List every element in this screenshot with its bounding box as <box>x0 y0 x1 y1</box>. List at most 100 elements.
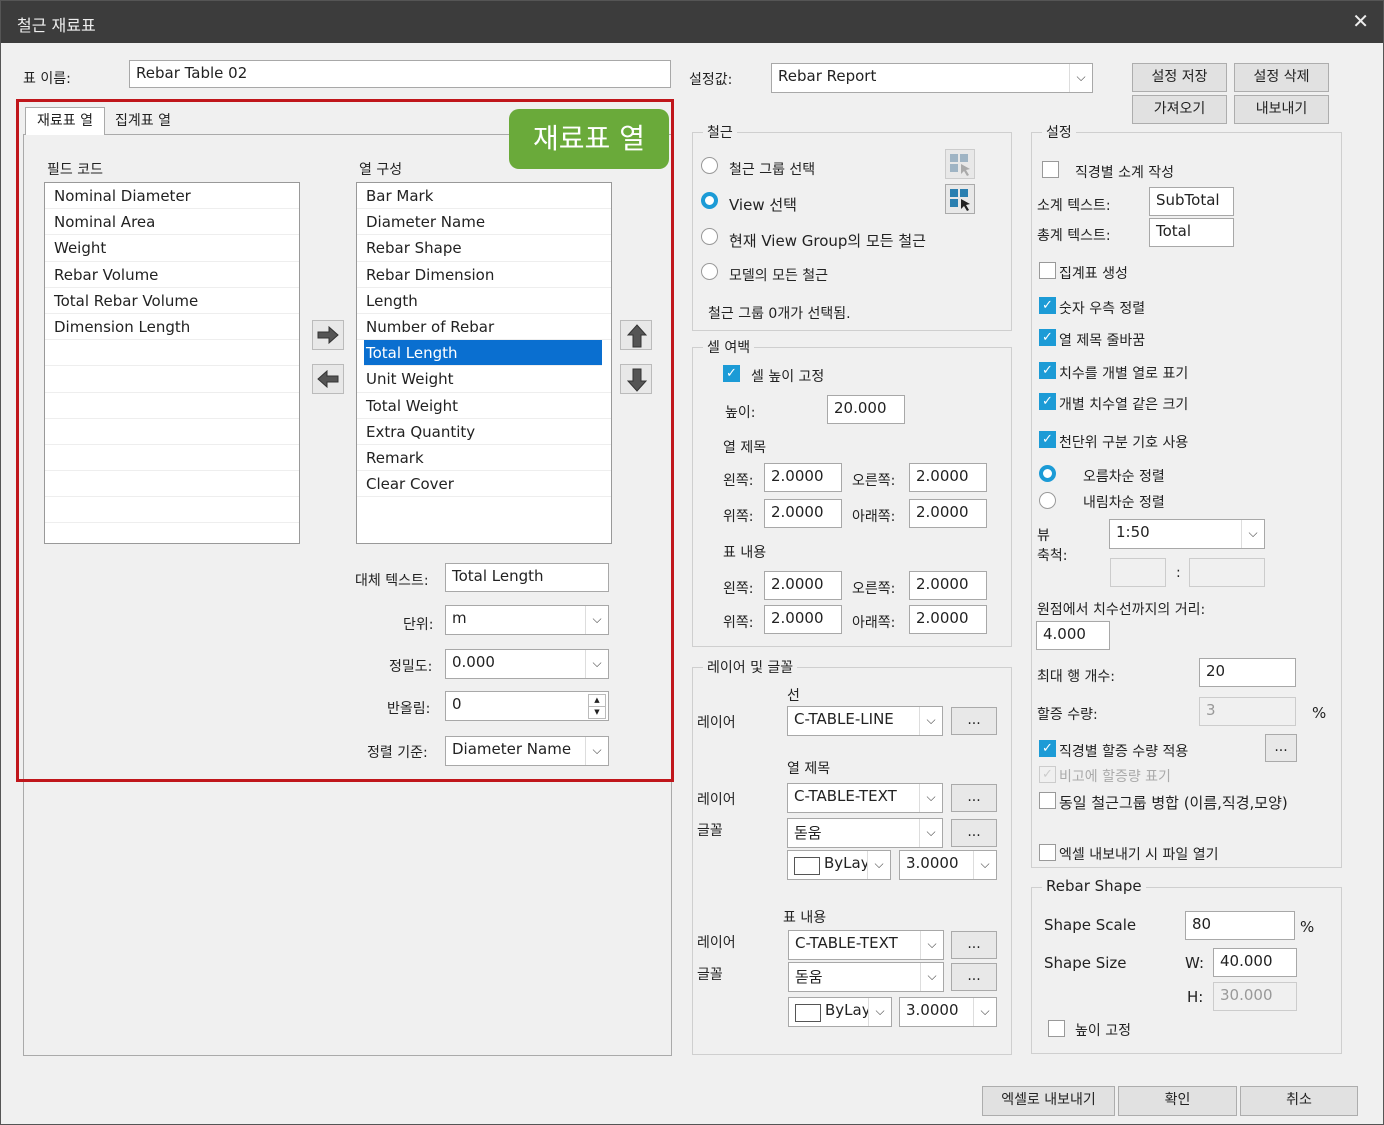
right-label: 오른쪽: <box>852 581 896 597</box>
content-size-select[interactable]: 3.0000 ⌵ <box>899 997 997 1027</box>
line-layer-select[interactable]: C-TABLE-LINE ⌵ <box>787 706 943 736</box>
radio-select-view[interactable] <box>701 192 718 209</box>
right-align-label: 숫자 우측 정렬 <box>1059 301 1146 317</box>
extra-by-dia-checkbox[interactable]: ✓ <box>1039 740 1056 757</box>
radio-ascending[interactable] <box>1039 465 1056 482</box>
save-preset-button[interactable]: 설정 저장 <box>1132 63 1227 92</box>
max-rows-label: 최대 행 개수: <box>1037 669 1116 685</box>
content-bottom-input[interactable]: 2.0000 <box>909 605 987 634</box>
table-name-input[interactable]: Rebar Table 02 <box>129 60 671 88</box>
scale-denominator-input[interactable] <box>1189 558 1265 587</box>
shape-fix-height-checkbox[interactable] <box>1048 1020 1065 1037</box>
export-button[interactable]: 내보내기 <box>1234 95 1329 124</box>
cell-margin-group: 셀 여백 <box>692 337 1012 647</box>
title-layer-browse-button[interactable]: ... <box>951 784 997 812</box>
wrap-title-checkbox[interactable]: ✓ <box>1039 329 1056 346</box>
content-layer-browse-button[interactable]: ... <box>951 931 997 959</box>
title-layer-select[interactable]: C-TABLE-TEXT ⌵ <box>787 783 943 813</box>
max-rows-input[interactable]: 20 <box>1199 658 1296 687</box>
dim-cols-checkbox[interactable]: ✓ <box>1039 362 1056 379</box>
same-size-label: 개별 치수열 같은 크기 <box>1059 397 1189 413</box>
cell-height-input[interactable]: 20.000 <box>827 395 905 424</box>
content-font-select[interactable]: 돋움 ⌵ <box>788 962 944 992</box>
title-size-value: 3.0000 <box>906 854 959 872</box>
extra-by-dia-button[interactable]: ... <box>1265 734 1297 762</box>
total-text-label: 총계 텍스트: <box>1037 228 1111 244</box>
export-excel-button[interactable]: 엑셀로 내보내기 <box>982 1086 1115 1116</box>
ok-button[interactable]: 확인 <box>1118 1086 1237 1116</box>
layer-label: 레이어 <box>697 792 736 808</box>
chevron-down-icon: ⌵ <box>867 851 890 879</box>
fix-cell-height-label: 셀 높이 고정 <box>751 369 825 385</box>
title-left-input[interactable]: 2.0000 <box>764 463 842 492</box>
title-right-input[interactable]: 2.0000 <box>909 463 987 492</box>
content-font-browse-button[interactable]: ... <box>951 963 997 991</box>
radio-all-model[interactable] <box>701 263 718 280</box>
content-left-input[interactable]: 2.0000 <box>764 571 842 600</box>
title-size-select[interactable]: 3.0000 ⌵ <box>899 850 997 880</box>
radio-descending[interactable] <box>1039 492 1056 509</box>
window-title: 철근 재료표 <box>17 16 96 35</box>
view-scale-label: 뷰 축척: <box>1037 528 1068 564</box>
view-scale-value: 1:50 <box>1116 523 1150 541</box>
merge-group-checkbox[interactable] <box>1039 792 1056 809</box>
note-extra-checkbox[interactable]: ✓ <box>1039 766 1056 783</box>
settings-title: 설정 <box>1042 122 1076 142</box>
title-color-select[interactable]: ByLayer ⌵ <box>787 850 891 880</box>
title-bar: 철근 재료표 ✕ <box>1 1 1383 43</box>
highlight-box <box>16 99 674 782</box>
extra-qty-percent: % <box>1312 704 1327 722</box>
dim-cols-label: 치수를 개별 열로 표기 <box>1059 366 1189 382</box>
radio-current-view-group[interactable] <box>701 228 718 245</box>
preset-label: 설정값: <box>689 72 733 88</box>
rebar-status-text: 철근 그룹 0개가 선택됨. <box>708 306 851 322</box>
table-name-label: 표 이름: <box>23 71 71 87</box>
chevron-down-icon: ⌵ <box>919 784 942 812</box>
ascending-label: 오름차순 정렬 <box>1083 469 1165 485</box>
shape-width-input[interactable]: 40.000 <box>1213 948 1297 977</box>
line-layer-browse-button[interactable]: ... <box>951 707 997 735</box>
cancel-button[interactable]: 취소 <box>1240 1086 1358 1116</box>
pick-group-button[interactable] <box>945 149 975 179</box>
preset-select[interactable]: Rebar Report ⌵ <box>771 63 1093 93</box>
fix-cell-height-checkbox[interactable]: ✓ <box>723 365 740 382</box>
pick-view-button[interactable] <box>945 184 975 214</box>
open-excel-checkbox[interactable] <box>1039 844 1056 861</box>
chevron-down-icon: ⌵ <box>920 963 943 991</box>
scale-numerator-input[interactable] <box>1110 558 1166 587</box>
title-font-browse-button[interactable]: ... <box>951 819 997 847</box>
title-font-select[interactable]: 돋움 ⌵ <box>787 818 943 848</box>
subtotal-by-dia-checkbox[interactable] <box>1042 161 1059 178</box>
shape-scale-label: Shape Scale <box>1044 916 1137 934</box>
make-summary-checkbox[interactable] <box>1039 262 1056 279</box>
shape-scale-input[interactable]: 80 <box>1185 911 1295 940</box>
view-scale-select[interactable]: 1:50 ⌵ <box>1109 519 1265 549</box>
merge-group-label: 동일 철근그룹 병합 (이름,직경,모양) <box>1059 794 1288 812</box>
content-top-input[interactable]: 2.0000 <box>764 605 842 634</box>
origin-dist-input[interactable]: 4.000 <box>1036 621 1110 650</box>
rebar-shape-title: Rebar Shape <box>1042 877 1146 895</box>
radio-select-group[interactable] <box>701 157 718 174</box>
same-size-checkbox[interactable]: ✓ <box>1039 393 1056 410</box>
shape-fix-height-label: 높이 고정 <box>1075 1023 1131 1039</box>
shape-height-input[interactable]: 30.000 <box>1213 982 1297 1011</box>
bottom-label: 아래쪽: <box>852 509 896 525</box>
shape-height-label: H: <box>1187 988 1204 1006</box>
content-color-select[interactable]: ByLayer ⌵ <box>788 997 892 1027</box>
subtotal-text-input[interactable]: SubTotal <box>1149 187 1234 216</box>
title-bottom-input[interactable]: 2.0000 <box>909 499 987 528</box>
title-top-input[interactable]: 2.0000 <box>764 499 842 528</box>
layer-label: 레이어 <box>697 715 736 731</box>
opt-select-view-label: View 선택 <box>729 196 797 214</box>
open-excel-label: 엑셀 내보내기 시 파일 열기 <box>1059 847 1219 863</box>
content-right-input[interactable]: 2.0000 <box>909 571 987 600</box>
right-align-checkbox[interactable]: ✓ <box>1039 297 1056 314</box>
close-icon[interactable]: ✕ <box>1352 9 1369 33</box>
delete-preset-button[interactable]: 설정 삭제 <box>1234 63 1329 92</box>
thousands-checkbox[interactable]: ✓ <box>1039 431 1056 448</box>
content-layer-select[interactable]: C-TABLE-TEXT ⌵ <box>788 930 944 960</box>
total-text-input[interactable]: Total <box>1149 218 1234 247</box>
extra-qty-input[interactable]: 3 <box>1199 697 1296 726</box>
content-layer-value: C-TABLE-TEXT <box>795 934 898 952</box>
import-button[interactable]: 가져오기 <box>1132 95 1227 124</box>
